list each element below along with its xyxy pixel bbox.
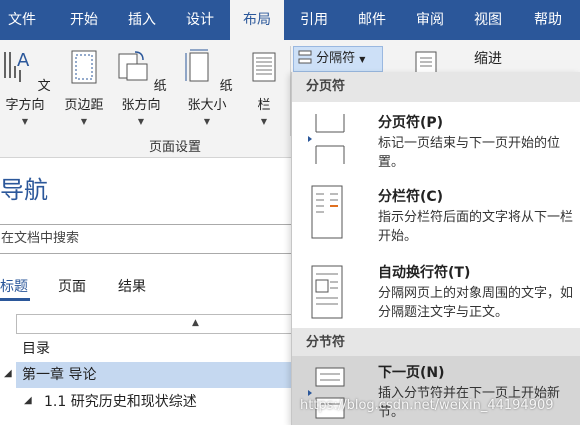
nav-tab-underline xyxy=(0,298,30,301)
tab-insert[interactable]: 插入 xyxy=(116,0,168,40)
breaks-icon xyxy=(298,50,312,64)
breaks-label: 分隔符 xyxy=(316,51,356,66)
nav-tab-pages[interactable]: 页面 xyxy=(58,276,86,296)
column-break-title: 分栏符(C) xyxy=(378,189,444,205)
menu-section-section-breaks: 分节符 xyxy=(292,328,580,358)
chevron-down-icon: ▼ xyxy=(80,117,88,126)
margins-icon xyxy=(71,50,97,84)
chevron-down-icon: ▼ xyxy=(260,117,268,126)
size-button[interactable]: 纸张大小 ▼ xyxy=(176,48,238,128)
breaks-dropdown-menu: 分页符 分页符(P) 标记一页结束与下一页开始的位置。 分栏符(C) 指示分栏符… xyxy=(291,72,580,425)
orientation-button[interactable]: 纸张方向 ▼ xyxy=(110,48,172,128)
nav-scroll-area[interactable] xyxy=(16,314,298,334)
next-page-title: 下一页(N) xyxy=(378,365,445,381)
indent-label: 缩进 xyxy=(474,51,502,67)
tab-review[interactable]: 审阅 xyxy=(404,0,456,40)
chevron-down-icon: ▼ xyxy=(137,117,145,126)
collapse-triangle-icon[interactable]: ◢ xyxy=(24,395,32,406)
text-wrapping-break-icon xyxy=(311,265,343,319)
column-break-icon xyxy=(311,185,343,239)
text-wrapping-break-title: 自动换行符(T) xyxy=(378,265,471,281)
svg-text:A: A xyxy=(17,50,30,71)
paper-size-icon xyxy=(185,49,209,82)
ribbon-tab-bar: 文件 开始 插入 设计 布局 引用 邮件 审阅 视图 帮助 xyxy=(0,0,580,40)
menu-item-column-break[interactable]: 分栏符(C) 指示分栏符后面的文字将从下一栏开始。 xyxy=(292,174,580,254)
text-direction-icon: A xyxy=(4,50,30,82)
text-wrapping-break-desc: 分隔网页上的对象周围的文字，如分隔题注文字与正文。 xyxy=(378,286,574,320)
chevron-down-icon: ▼ xyxy=(359,55,366,64)
tab-mailings[interactable]: 邮件 xyxy=(346,0,398,40)
page-break-title: 分页符(P) xyxy=(378,115,444,131)
columns-button[interactable]: 栏 ▼ xyxy=(246,48,282,128)
nav-tab-results[interactable]: 结果 xyxy=(118,276,146,296)
chevron-down-icon: ▼ xyxy=(203,117,211,126)
columns-label: 栏 xyxy=(257,98,271,113)
column-break-desc: 指示分栏符后面的文字将从下一栏开始。 xyxy=(378,210,574,244)
menu-item-page-break[interactable]: 分页符(P) 标记一页结束与下一页开始的位置。 xyxy=(292,102,580,174)
scroll-up-icon[interactable]: ▲ xyxy=(192,318,199,328)
nav-tree-item[interactable]: 目录 xyxy=(22,336,292,362)
nav-tree-item[interactable]: 1.1 研究历史和现状综述 xyxy=(44,389,292,415)
tab-home[interactable]: 开始 xyxy=(58,0,110,40)
columns-icon xyxy=(252,52,276,82)
margins-button[interactable]: 页边距 ▼ xyxy=(60,48,108,128)
tab-references[interactable]: 引用 xyxy=(288,0,340,40)
tab-layout[interactable]: 布局 xyxy=(230,0,284,40)
menu-section-page-breaks: 分页符 xyxy=(292,72,580,102)
tab-help[interactable]: 帮助 xyxy=(520,0,576,40)
menu-item-text-wrapping-break[interactable]: 自动换行符(T) 分隔网页上的对象周围的文字，如分隔题注文字与正文。 xyxy=(292,254,580,330)
margins-label: 页边距 xyxy=(64,98,104,113)
tab-file[interactable]: 文件 xyxy=(0,0,44,40)
nav-tab-headings[interactable]: 标题 xyxy=(0,276,28,296)
watermark-text: https://blog.csdn.net/weixin_44194909 xyxy=(300,398,554,413)
orientation-icon xyxy=(118,51,148,81)
text-direction-button[interactable]: A 文字方向 ▼ xyxy=(0,48,56,128)
nav-tree-item-selected[interactable]: 第一章 导论 xyxy=(16,362,292,388)
page-break-icon xyxy=(308,114,345,164)
collapse-triangle-icon[interactable]: ◢ xyxy=(4,368,12,379)
nav-search-input[interactable]: 在文档中搜索 xyxy=(0,224,298,254)
chevron-down-icon: ▼ xyxy=(21,117,29,126)
breaks-button[interactable]: 分隔符 ▼ xyxy=(293,46,383,72)
tab-design[interactable]: 设计 xyxy=(174,0,226,40)
tab-view[interactable]: 视图 xyxy=(462,0,514,40)
menu-item-next-page[interactable]: 下一页(N) 插入分节符并在下一页上开始新节。 xyxy=(292,356,580,425)
page-break-desc: 标记一页结束与下一页开始的位置。 xyxy=(378,136,561,170)
nav-pane-title: 导航 xyxy=(0,176,48,204)
